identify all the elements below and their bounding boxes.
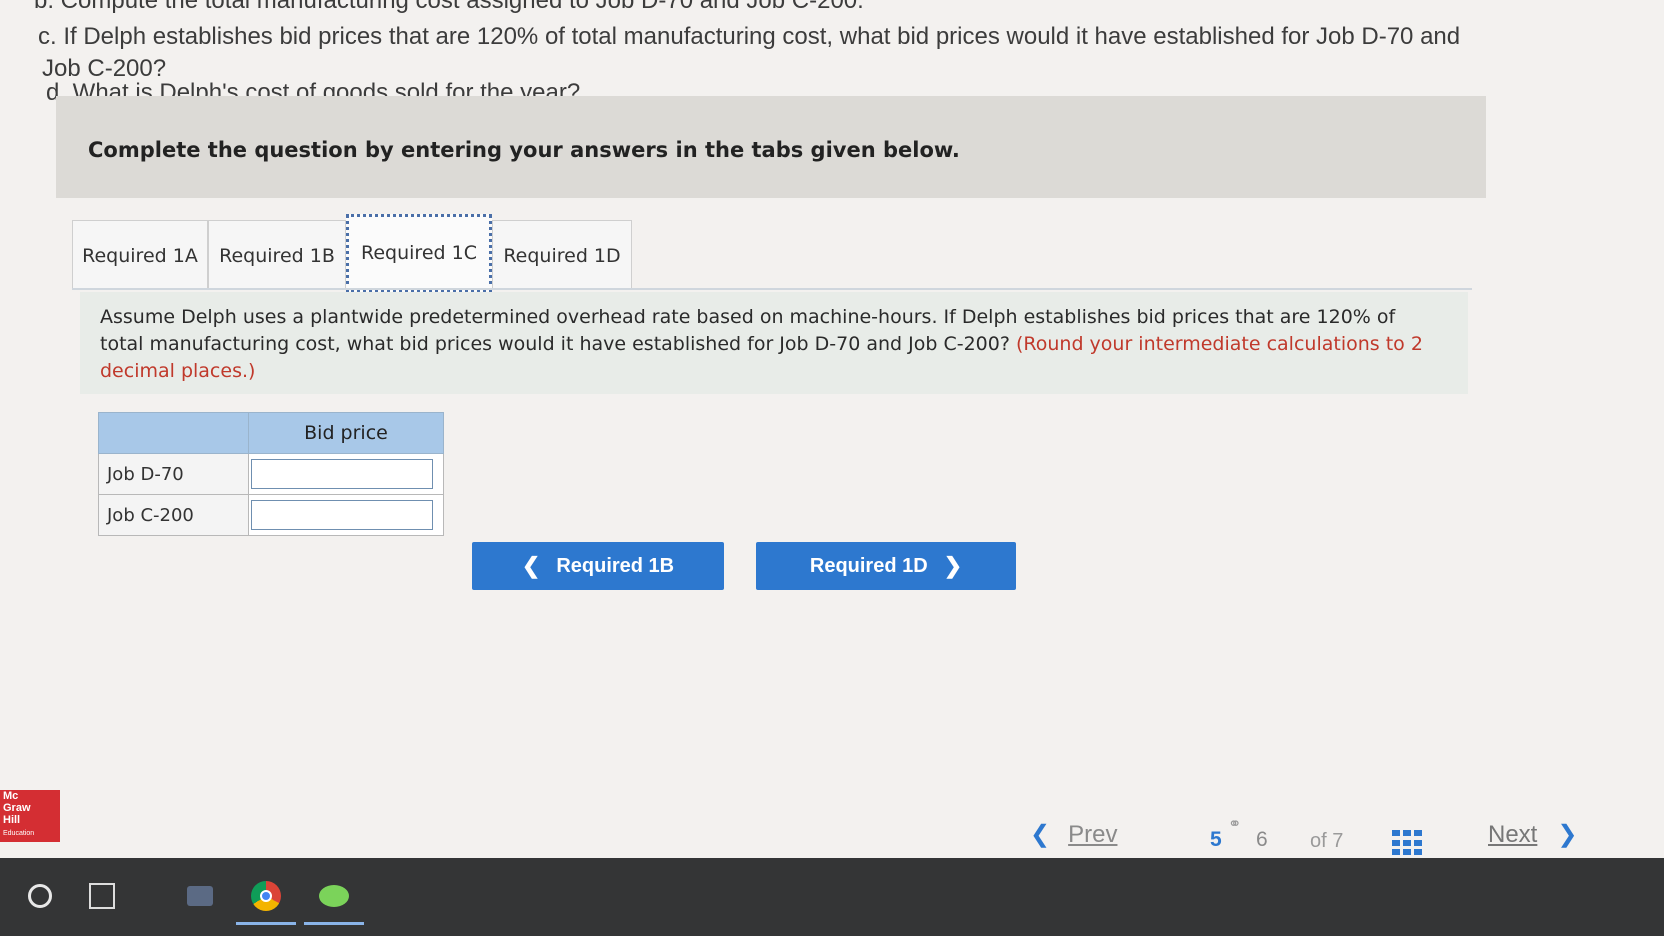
tab-underline bbox=[72, 288, 1472, 290]
prev-required-button[interactable]: ❮ Required 1B bbox=[472, 542, 724, 590]
next-required-button[interactable]: Required 1D ❯ bbox=[756, 542, 1016, 590]
instruction-text: Complete the question by entering your a… bbox=[88, 138, 960, 162]
bid-price-cell bbox=[248, 494, 444, 536]
page-total: of 7 bbox=[1310, 830, 1344, 852]
pager-next-label: Next bbox=[1488, 820, 1538, 848]
tab-label: Required 1A bbox=[82, 244, 198, 267]
store-app-icon[interactable] bbox=[170, 870, 230, 922]
chevron-left-icon: ❮ bbox=[521, 553, 541, 578]
tab-required-1b[interactable]: Required 1B bbox=[208, 220, 346, 290]
pager-next-button[interactable]: Next ❯ bbox=[1488, 820, 1577, 849]
row-label-job-d70: Job D-70 bbox=[98, 453, 249, 495]
pager-prev-label: Prev bbox=[1068, 820, 1118, 848]
logo-text: Hill bbox=[3, 814, 21, 826]
logo-text: Graw bbox=[3, 802, 31, 814]
chevron-right-icon: ❯ bbox=[943, 553, 963, 578]
tab-required-1d[interactable]: Required 1D bbox=[492, 220, 632, 290]
tab-label: Required 1C bbox=[361, 242, 477, 264]
chevron-right-icon: ❯ bbox=[1557, 821, 1578, 848]
logo-text: Mc bbox=[3, 790, 19, 802]
search-circle-icon[interactable] bbox=[10, 870, 70, 922]
bid-price-table: Bid price Job D-70 Job C-200 bbox=[98, 412, 444, 536]
table-row: Job C-200 bbox=[98, 494, 444, 536]
pager-prev-button[interactable]: ❮ Prev bbox=[1030, 820, 1117, 849]
task-view-icon[interactable] bbox=[72, 870, 132, 922]
bid-price-cell bbox=[248, 453, 444, 495]
table-corner bbox=[98, 412, 249, 454]
page-number-current[interactable]: 5 bbox=[1210, 828, 1222, 852]
mcgraw-hill-logo: Mc Graw Hill Education bbox=[0, 790, 60, 842]
tab-label: Required 1D bbox=[503, 244, 621, 267]
page-number-next[interactable]: 6 bbox=[1256, 828, 1268, 852]
grid-icon[interactable] bbox=[1392, 830, 1422, 856]
question-line-c: c. If Delph establishes bid prices that … bbox=[38, 23, 1461, 50]
tab-required-1c[interactable]: Required 1C bbox=[346, 214, 492, 292]
chrome-app-icon[interactable] bbox=[236, 870, 296, 925]
link-icon: ⚭ bbox=[1228, 816, 1242, 833]
table-row: Job D-70 bbox=[98, 453, 444, 495]
tab-bar: Required 1A Required 1B Required 1C Requ… bbox=[72, 210, 1472, 292]
column-header-bid-price: Bid price bbox=[248, 412, 444, 454]
tab-required-1a[interactable]: Required 1A bbox=[72, 220, 208, 290]
windows-taskbar bbox=[0, 858, 1664, 936]
instruction-bar: Complete the question by entering your a… bbox=[56, 96, 1486, 198]
panel-text: Assume Delph uses a plantwide predetermi… bbox=[100, 304, 1440, 385]
logo-text: Education bbox=[3, 830, 35, 837]
wechat-app-icon[interactable] bbox=[304, 870, 364, 925]
bid-price-input-job-d70[interactable] bbox=[251, 459, 433, 489]
table-header-row: Bid price bbox=[98, 412, 444, 454]
next-required-label: Required 1D bbox=[809, 554, 928, 577]
chevron-left-icon: ❮ bbox=[1030, 821, 1051, 848]
row-label-job-c200: Job C-200 bbox=[98, 494, 249, 536]
tab-label: Required 1B bbox=[219, 244, 335, 267]
question-panel: Assume Delph uses a plantwide predetermi… bbox=[80, 292, 1468, 394]
question-line-b: b. Compute the total manufacturing cost … bbox=[34, 0, 864, 14]
prev-required-label: Required 1B bbox=[556, 554, 675, 577]
bid-price-input-job-c200[interactable] bbox=[251, 500, 433, 530]
